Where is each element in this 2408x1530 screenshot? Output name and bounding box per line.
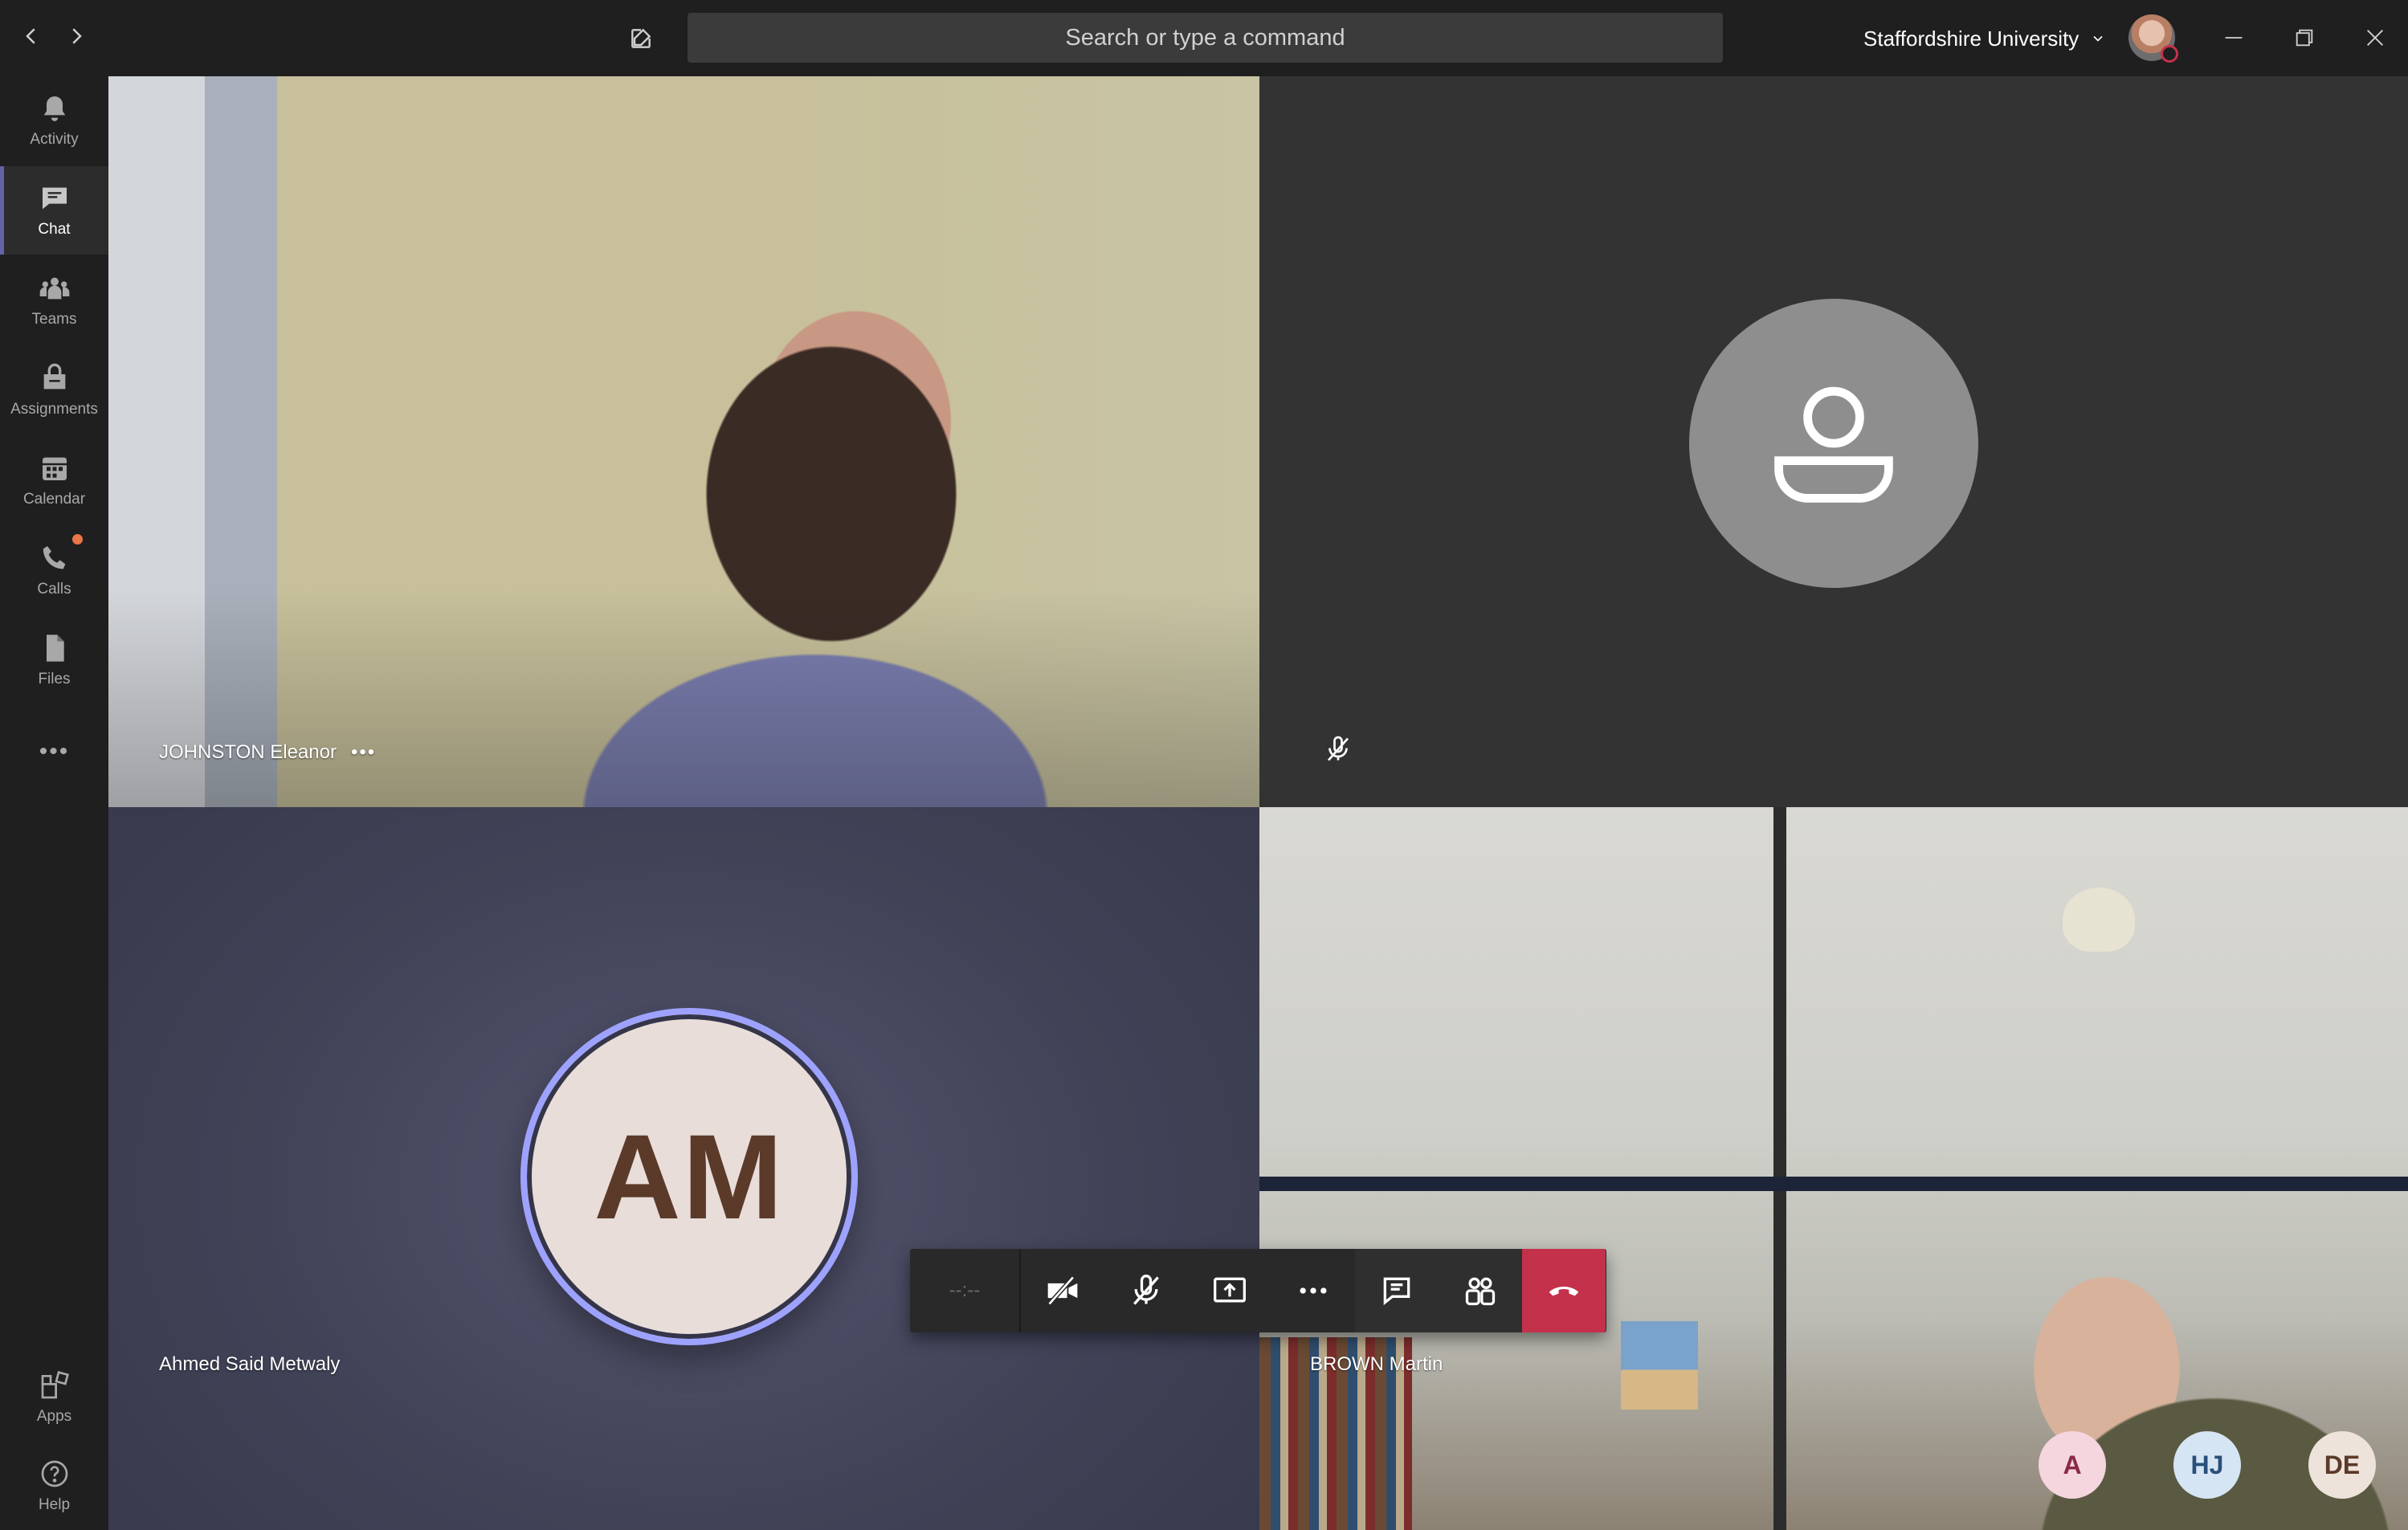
mic-toggle-button[interactable] [1104, 1249, 1188, 1332]
rail-item-assignments[interactable]: Assignments [0, 346, 108, 435]
more-icon: ••• [39, 738, 70, 765]
close-button[interactable] [2350, 14, 2400, 61]
calendar-icon [42, 457, 67, 480]
video-background-picture [1621, 1321, 1698, 1410]
file-icon [46, 634, 64, 662]
participant-initials-avatar: AM [520, 1008, 858, 1345]
participant-initials: AM [594, 1108, 785, 1244]
roster-avatar-a[interactable]: A [2039, 1431, 2106, 1499]
roster-avatar-de[interactable]: DE [2308, 1431, 2376, 1499]
chevron-left-icon [26, 28, 35, 44]
roster-initials: DE [2324, 1450, 2361, 1479]
rail-item-label: Files [38, 671, 71, 687]
rail-item-label: Help [38, 1496, 71, 1513]
person-icon [1774, 386, 1893, 503]
participant-tile-no-video[interactable] [1259, 76, 2408, 807]
minimize-icon [2225, 37, 2243, 39]
assignments-icon [43, 363, 65, 390]
back-button[interactable] [11, 16, 51, 56]
participant-video-johnston-eleanor[interactable]: JOHNSTON Eleanor ••• [108, 76, 1259, 807]
rail-item-calendar[interactable]: Calendar [0, 436, 108, 524]
rail-item-label: Apps [36, 1408, 72, 1425]
participant-name-tag: BROWN Martin [1310, 1353, 1443, 1376]
call-control-bar: --:-- [910, 1249, 1606, 1332]
chevron-down-icon [2093, 35, 2103, 42]
presence-status-icon [2161, 45, 2178, 63]
restore-button[interactable] [2279, 14, 2329, 61]
rail-item-label: Calendar [22, 491, 86, 508]
chat-icon [1383, 1277, 1410, 1306]
chevron-right-icon [72, 28, 82, 44]
rail-item-activity[interactable]: Activity [0, 76, 108, 165]
rail-item-apps[interactable]: Apps [0, 1353, 108, 1442]
rail-item-label: Assignments [10, 401, 98, 418]
share-screen-button[interactable] [1188, 1249, 1271, 1332]
notification-badge [72, 534, 83, 545]
help-icon [41, 1460, 67, 1487]
participant-name-tag: Ahmed Said Metwaly [159, 1353, 340, 1376]
hang-up-button[interactable] [1522, 1249, 1606, 1332]
participant-name: Ahmed Said Metwaly [159, 1353, 341, 1375]
organization-name: Staffordshire University [1863, 26, 2079, 51]
hang-up-icon [1549, 1286, 1579, 1296]
call-timer: --:-- [910, 1249, 1021, 1332]
restore-icon [2296, 29, 2313, 47]
teams-icon [39, 277, 69, 300]
roster-initials: HJ [2190, 1450, 2224, 1479]
chat-icon [42, 187, 67, 210]
rail-item-label: Chat [38, 221, 71, 238]
rail-item-teams[interactable]: Teams [0, 256, 108, 345]
compose-icon [631, 28, 651, 48]
camera-toggle-button[interactable] [1021, 1249, 1104, 1332]
search-placeholder: Search or type a command [1065, 24, 1345, 51]
roster-initials: A [2063, 1450, 2082, 1479]
rail-item-chat[interactable]: Chat [0, 166, 108, 255]
bell-icon [43, 96, 65, 121]
default-avatar [1689, 299, 1978, 588]
rail-item-calls[interactable]: Calls [0, 526, 108, 614]
participants-icon [1465, 1277, 1496, 1306]
participant-tile-ahmed-said-metwaly[interactable]: AM Ahmed Said Metwaly [108, 807, 1259, 1530]
participant-video-brown-martin[interactable]: BROWN Martin [1259, 807, 2408, 1530]
organization-switcher[interactable]: Staffordshire University [1863, 21, 2106, 56]
apps-icon [41, 1371, 69, 1399]
search-input[interactable]: Search or type a command [688, 13, 1723, 63]
title-bar: Search or type a command Staffordshire U… [0, 0, 2408, 76]
rail-item-help[interactable]: Help [0, 1442, 108, 1530]
rail-item-files[interactable]: Files [0, 616, 108, 704]
mic-off-icon [1327, 736, 1349, 761]
rail-item-label: Activity [30, 131, 79, 148]
new-chat-button[interactable] [620, 18, 662, 59]
roster-avatar-hj[interactable]: HJ [2173, 1431, 2241, 1499]
more-actions-button[interactable] [1271, 1249, 1355, 1332]
rail-item-label: Calls [37, 581, 71, 598]
show-conversation-button[interactable] [1355, 1249, 1439, 1332]
rail-more-button[interactable]: ••• [0, 708, 108, 796]
show-participants-button[interactable] [1439, 1249, 1522, 1332]
participant-name-tag: JOHNSTON Eleanor ••• [159, 741, 376, 764]
participant-more-icon[interactable]: ••• [351, 741, 376, 764]
minimize-button[interactable] [2209, 14, 2259, 61]
mic-off-icon [1133, 1275, 1159, 1305]
video-background-lamp [2063, 887, 2135, 952]
app-rail: Activity Chat Teams Assignments Calendar… [0, 76, 108, 1530]
phone-icon [43, 546, 65, 569]
forward-button[interactable] [56, 16, 96, 56]
close-icon [2367, 30, 2383, 46]
share-screen-icon [1214, 1277, 1246, 1303]
participant-name: JOHNSTON Eleanor [159, 741, 337, 763]
participant-name: BROWN Martin [1310, 1353, 1443, 1375]
camera-off-icon [1047, 1275, 1078, 1306]
more-icon [1300, 1287, 1327, 1294]
rail-item-label: Teams [31, 311, 77, 328]
